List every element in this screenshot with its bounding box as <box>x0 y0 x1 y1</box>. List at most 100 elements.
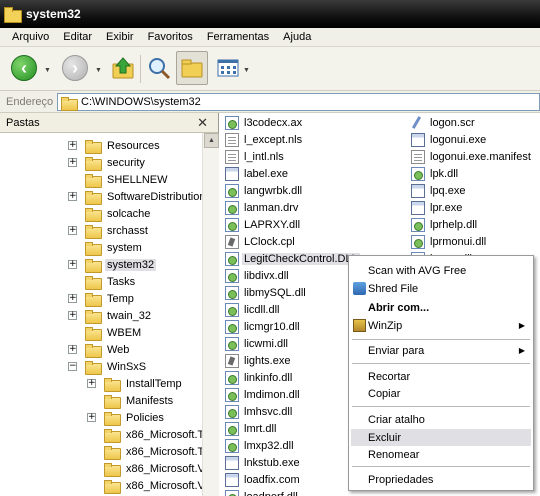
tree-item[interactable]: − WinSxS <box>68 358 148 375</box>
tree-item[interactable]: + Web <box>68 341 131 358</box>
file-item[interactable]: loadperf.dll <box>225 488 300 496</box>
tree-item[interactable]: Manifests <box>87 392 175 409</box>
dll-file-icon <box>225 421 239 436</box>
tree-item[interactable]: + security <box>68 154 147 171</box>
file-item[interactable]: lmhsvc.dll <box>225 403 294 420</box>
tree-item[interactable]: + twain_32 <box>68 307 153 324</box>
expand-icon[interactable]: + <box>87 413 96 422</box>
search-button[interactable] <box>144 53 174 83</box>
menu-ferramentas[interactable]: Ferramentas <box>200 31 276 43</box>
file-item[interactable]: lnkstub.exe <box>225 454 302 471</box>
menu-create-shortcut[interactable]: Criar atalho <box>351 411 531 428</box>
file-item[interactable]: lmrt.dll <box>225 420 278 437</box>
file-item[interactable]: lmdimon.dll <box>225 386 302 403</box>
file-item[interactable]: loadfix.com <box>225 471 302 488</box>
menu-copy[interactable]: Copiar <box>351 385 531 402</box>
file-item[interactable]: libdivx.dll <box>225 267 291 284</box>
menu-delete[interactable]: Excluir <box>351 429 531 446</box>
file-item[interactable]: lmxp32.dll <box>225 437 296 454</box>
menu-properties[interactable]: Propriedades <box>351 471 531 488</box>
file-item[interactable]: lpq.exe <box>411 182 467 199</box>
file-item[interactable]: lanman.drv <box>225 199 300 216</box>
tree-item[interactable]: x86_Microsoft.VC <box>87 477 202 494</box>
file-item[interactable]: lights.exe <box>225 352 292 369</box>
tree-item[interactable]: x86_Microsoft.Tc <box>87 426 202 443</box>
menu-cut[interactable]: Recortar <box>351 368 531 385</box>
menu-copy-label: Copiar <box>368 387 401 400</box>
file-item[interactable]: label.exe <box>225 165 290 182</box>
menu-winzip[interactable]: WinZip ▶ <box>351 317 531 334</box>
back-button[interactable]: ‹ <box>9 53 39 83</box>
collapse-icon[interactable]: − <box>68 362 77 371</box>
file-item[interactable]: licwmi.dll <box>225 335 290 352</box>
folders-button[interactable] <box>176 51 208 85</box>
expand-icon[interactable]: + <box>68 226 77 235</box>
file-item[interactable]: lprmonui.dll <box>411 233 488 250</box>
tree-item[interactable]: + InstallTemp <box>87 375 184 392</box>
expand-icon[interactable]: + <box>68 158 77 167</box>
tree-item[interactable]: x86_Microsoft.VC <box>87 460 202 477</box>
menu-open-with[interactable]: Abrir com... <box>351 299 531 316</box>
dll-file-icon <box>411 234 425 249</box>
file-item[interactable]: linkinfo.dll <box>225 369 294 386</box>
expand-icon[interactable]: + <box>68 294 77 303</box>
file-item[interactable]: l_except.nls <box>225 131 304 148</box>
menu-arquivo[interactable]: Arquivo <box>5 31 56 43</box>
dll-file-icon <box>225 200 239 215</box>
tree-item[interactable]: + system32 <box>68 256 157 273</box>
menu-exibir[interactable]: Exibir <box>99 31 141 43</box>
file-item[interactable]: logonui.exe <box>411 131 488 148</box>
file-item[interactable]: LAPRXY.dll <box>225 216 302 233</box>
tree-item[interactable]: WBEM <box>68 324 143 341</box>
file-item[interactable]: logonui.exe.manifest <box>411 148 533 165</box>
file-item[interactable]: lpr.exe <box>411 199 464 216</box>
file-item[interactable]: l_intl.nls <box>225 148 286 165</box>
expand-icon[interactable]: + <box>68 192 77 201</box>
tree-item[interactable]: + srchasst <box>68 222 150 239</box>
file-item[interactable]: libmySQL.dll <box>225 284 308 301</box>
menu-rename[interactable]: Renomear <box>351 446 531 463</box>
forward-button[interactable]: › <box>60 53 90 83</box>
tree-item[interactable]: x86_Microsoft.Tc <box>87 443 202 460</box>
file-item[interactable]: LegitCheckControl.DLL <box>225 250 360 267</box>
expand-icon[interactable]: + <box>68 345 77 354</box>
tree-item[interactable]: solcache <box>68 205 152 222</box>
tree-item[interactable]: SHELLNEW <box>68 171 170 188</box>
address-input[interactable]: C:\WINDOWS\system32 <box>57 93 540 111</box>
file-item[interactable]: l3codecx.ax <box>225 114 304 131</box>
views-dropdown-icon[interactable]: ▼ <box>243 67 250 74</box>
file-item[interactable]: logon.scr <box>411 114 477 131</box>
back-dropdown-icon[interactable]: ▼ <box>44 67 51 74</box>
expand-icon[interactable]: + <box>68 311 77 320</box>
tree-item[interactable]: + Resources <box>68 137 162 154</box>
tree-item[interactable]: Tasks <box>68 273 137 290</box>
file-item[interactable]: LClock.cpl <box>225 233 297 250</box>
expand-icon[interactable]: + <box>68 260 77 269</box>
tree-item[interactable]: + Temp <box>68 290 136 307</box>
folder-icon <box>104 479 121 494</box>
scroll-up-icon[interactable]: ▲ <box>204 133 219 148</box>
menu-send-to[interactable]: Enviar para ▶ <box>351 342 531 359</box>
file-item[interactable]: lprhelp.dll <box>411 216 479 233</box>
close-icon[interactable]: ✕ <box>197 115 208 131</box>
file-item[interactable]: licdll.dll <box>225 301 281 318</box>
expand-icon[interactable]: + <box>68 141 77 150</box>
tree-scrollbar[interactable]: ▲ <box>202 133 219 496</box>
tree-item[interactable]: + SoftwareDistribution <box>68 188 202 205</box>
menu-shred-file[interactable]: Shred File <box>351 280 531 297</box>
file-item[interactable]: lpk.dll <box>411 165 460 182</box>
up-folder-button[interactable] <box>108 53 138 83</box>
views-button[interactable] <box>214 53 244 83</box>
file-item[interactable]: licmgr10.dll <box>225 318 302 335</box>
forward-dropdown-icon[interactable]: ▼ <box>95 67 102 74</box>
menu-scan-avg[interactable]: Scan with AVG Free <box>351 262 531 279</box>
dll-file-icon <box>225 115 239 130</box>
tree-item[interactable]: + Policies <box>87 409 166 426</box>
expand-icon[interactable]: + <box>87 379 96 388</box>
menu-editar[interactable]: Editar <box>56 31 99 43</box>
file-item[interactable]: langwrbk.dll <box>225 182 304 199</box>
tree-item-label: SoftwareDistribution <box>107 190 202 203</box>
tree-item[interactable]: system <box>68 239 144 256</box>
menu-ajuda[interactable]: Ajuda <box>276 31 318 43</box>
menu-favoritos[interactable]: Favoritos <box>141 31 200 43</box>
